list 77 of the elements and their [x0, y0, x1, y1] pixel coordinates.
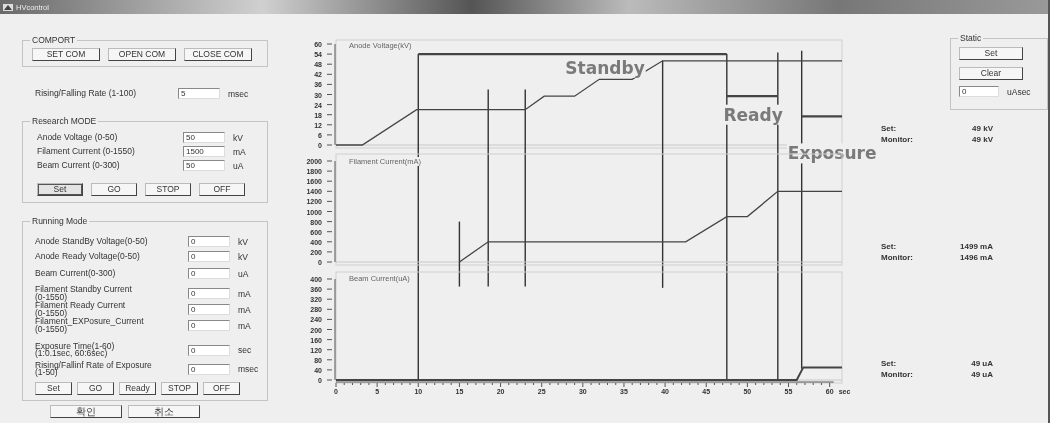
field-label: Filament_EXPosure_Current (0-1550)	[35, 318, 145, 334]
group-title: Research MODE	[30, 116, 99, 127]
phase-label: Standby	[565, 57, 645, 78]
field-label: Rising/Fallinf Rate of Exposure (1-50)	[35, 361, 153, 377]
push-button[interactable]: GO	[77, 381, 114, 395]
push-button[interactable]: OPEN COM	[108, 48, 176, 61]
push-button[interactable]: GO	[91, 183, 137, 196]
input-field[interactable]: 0	[188, 320, 230, 332]
unit-label: mA	[238, 320, 251, 331]
push-button[interactable]: Set	[37, 183, 83, 196]
field-label: Anode Voltage (0-50)	[37, 133, 119, 142]
field-label: Exposure Time(1-60) (1:0.1sec, 60:6sec)	[35, 342, 116, 358]
unit-label: uA	[238, 268, 249, 279]
push-button[interactable]: STOP	[161, 381, 198, 395]
field-label: Anode StandBy Voltage(0-50)	[35, 237, 149, 246]
input-field[interactable]: 5	[178, 88, 220, 99]
input-field[interactable]: 0	[188, 268, 230, 279]
group-title: Running Mode	[30, 216, 90, 227]
push-button[interactable]: Clear	[959, 66, 1023, 80]
unit-label: msec	[228, 88, 249, 99]
field-label: Filament Ready Current (0-1550)	[35, 302, 126, 318]
group-title: COMPORT	[30, 35, 78, 46]
phase-label: Exposure	[787, 143, 877, 164]
readout-label: Set:	[881, 358, 898, 369]
phase-label: Ready	[723, 104, 783, 125]
input-field[interactable]: 0	[188, 288, 230, 300]
unit-label: uAsec	[1007, 86, 1031, 97]
push-button[interactable]: 취소	[128, 404, 200, 418]
push-button[interactable]: SET COM	[32, 48, 100, 61]
readout-label: Monitor:	[881, 252, 914, 263]
phase-line	[726, 95, 778, 98]
field-label: Filament Current (0-1550)	[37, 147, 136, 156]
readout-label: Monitor:	[881, 369, 914, 380]
readout-value: 49 uA	[970, 369, 993, 380]
unit-label: mA	[238, 304, 251, 315]
readout-value: 49 uA	[970, 358, 993, 369]
push-button[interactable]: Set	[35, 381, 72, 395]
readout-value: 49 kV	[971, 123, 993, 134]
marker-line	[458, 220, 461, 288]
unit-label: msec	[238, 364, 259, 375]
unit-label: mA	[238, 288, 251, 299]
readout-value: 1499 mA	[959, 241, 993, 252]
unit-label: sec	[238, 345, 252, 356]
phase-line	[801, 115, 842, 118]
unit-label: kV	[238, 236, 248, 247]
readout-label: Monitor:	[881, 134, 914, 145]
field-label: Rising/Falling Rate (1-100)	[35, 89, 138, 98]
push-button[interactable]: 확인	[50, 404, 122, 418]
input-field[interactable]: 0	[188, 251, 230, 262]
readout-label: Set:	[881, 123, 898, 134]
unit-label: uA	[233, 160, 244, 171]
push-button[interactable]: OFF	[203, 381, 240, 395]
unit-label: kV	[233, 132, 243, 143]
field-label: Anode Ready Voltage(0-50)	[35, 252, 141, 261]
input-field[interactable]: 50	[183, 132, 225, 143]
field-label: Beam Current (0-300)	[37, 161, 121, 170]
input-field[interactable]: 0	[188, 344, 230, 356]
input-field[interactable]: 0	[959, 86, 999, 97]
push-button[interactable]: STOP	[145, 183, 191, 196]
readout-value: 1496 mA	[959, 252, 993, 263]
field-label: Beam Current(0-300)	[35, 269, 117, 278]
unit-label: kV	[238, 251, 248, 262]
input-field[interactable]: 0	[188, 236, 230, 247]
input-field[interactable]: 0	[188, 363, 230, 375]
push-button[interactable]: CLOSE COM	[184, 48, 252, 61]
readout-value: 49 kV	[971, 134, 993, 145]
input-field[interactable]: 50	[183, 160, 225, 171]
push-button[interactable]: Ready	[119, 381, 156, 395]
readout-label: Set:	[881, 241, 898, 252]
field-label: Filament Standby Current (0-1550)	[35, 286, 133, 302]
unit-label: mA	[233, 146, 246, 157]
push-button[interactable]: Set	[959, 47, 1023, 61]
push-button[interactable]: OFF	[199, 183, 245, 196]
group-title: Static	[958, 33, 984, 44]
app-icon	[3, 2, 13, 12]
input-field[interactable]: 0	[188, 304, 230, 316]
input-field[interactable]: 1500	[183, 146, 225, 157]
